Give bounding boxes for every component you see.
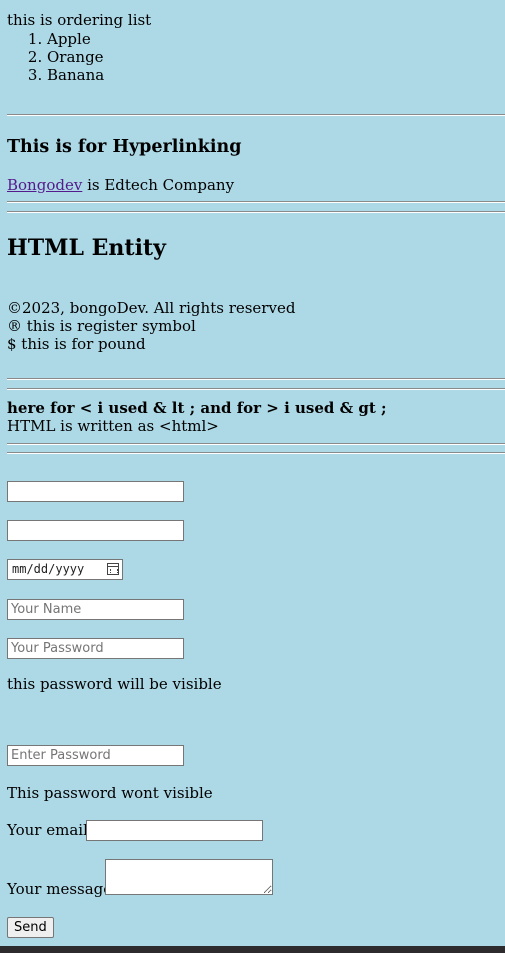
lt-gt-note: here for < i used & lt ; and for > i use… xyxy=(7,399,387,417)
send-button[interactable]: Send xyxy=(7,917,54,938)
text-input-2[interactable] xyxy=(7,520,184,541)
entity-pound: $ this is for pound xyxy=(7,335,146,353)
ordered-list: Apple Orange Banana xyxy=(7,30,104,84)
hidden-password-note: This password wont visible xyxy=(7,784,213,802)
calendar-icon[interactable] xyxy=(107,563,119,575)
hidden-password-input[interactable] xyxy=(7,745,184,766)
entity-heading: HTML Entity xyxy=(7,235,166,261)
divider xyxy=(7,201,505,203)
visible-password-input[interactable] xyxy=(7,638,184,659)
hyperlink-after-text: is Edtech Company xyxy=(82,176,235,194)
divider xyxy=(7,378,505,380)
list-item: Banana xyxy=(47,66,104,84)
bongodev-link[interactable]: Bongodev xyxy=(7,176,82,194)
message-textarea[interactable] xyxy=(105,859,273,895)
text-input-1[interactable] xyxy=(7,481,184,502)
divider xyxy=(7,388,505,390)
name-input[interactable] xyxy=(7,599,184,620)
entity-registered: ® this is register symbol xyxy=(7,317,196,335)
divider xyxy=(7,443,505,445)
divider xyxy=(7,452,505,454)
message-label: Your message: xyxy=(7,880,118,898)
divider xyxy=(7,211,505,213)
entity-copyright: ©2023, bongoDev. All rights reserved xyxy=(7,299,296,317)
email-input[interactable] xyxy=(86,820,263,841)
divider xyxy=(7,114,505,116)
hyperlink-paragraph: Bongodev is Edtech Company xyxy=(7,176,234,194)
html-written-line: HTML is written as <html> xyxy=(7,417,219,435)
visible-password-note: this password will be visible xyxy=(7,675,222,693)
hyperlink-heading: This is for Hyperlinking xyxy=(7,137,242,157)
ordering-intro: this is ordering list xyxy=(7,11,152,29)
email-label: Your email: xyxy=(7,821,93,839)
list-item: Apple xyxy=(47,30,104,48)
date-placeholder: mm/dd/yyyy xyxy=(12,562,85,576)
list-item: Orange xyxy=(47,48,104,66)
date-input[interactable]: mm/dd/yyyy xyxy=(7,559,123,580)
window-bottom-edge xyxy=(0,946,505,953)
